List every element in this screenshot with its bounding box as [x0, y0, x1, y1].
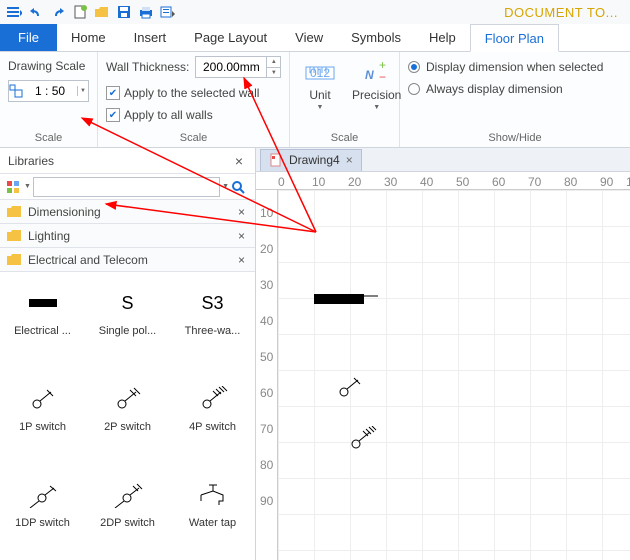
new-icon[interactable]: [70, 2, 90, 22]
quick-access-toolbar: DOCUMENT TO...: [0, 0, 630, 24]
checkbox-icon: ✔: [106, 86, 120, 100]
redo-icon[interactable]: [48, 2, 68, 22]
close-icon[interactable]: ×: [234, 205, 249, 219]
canvas-shape-switch-4p[interactable]: [348, 426, 378, 452]
category-electrical[interactable]: Electrical and Telecom ×: [0, 248, 255, 272]
shape-single-pole[interactable]: SSingle pol...: [85, 272, 170, 352]
radio-icon: [408, 61, 420, 73]
search-icon[interactable]: [231, 180, 251, 194]
tab-home[interactable]: Home: [57, 24, 120, 51]
apply-all-walls[interactable]: ✔ Apply to all walls: [106, 104, 281, 126]
shapes-grid: Electrical ... SSingle pol... S3Three-wa…: [0, 272, 255, 560]
category-dimensioning[interactable]: Dimensioning ×: [0, 200, 255, 224]
canvas[interactable]: 10 20 30 40 50 60 70 80 90: [256, 190, 630, 560]
chevron-down-icon: ▼: [373, 104, 380, 111]
shape-2dp-switch[interactable]: 2DP switch: [85, 464, 170, 544]
scale-prefix-icon: [9, 84, 23, 98]
libraries-panel: Libraries × ▼ ▼ Dimensioning × Lighting …: [0, 148, 256, 560]
tab-insert[interactable]: Insert: [120, 24, 181, 51]
print-icon[interactable]: [136, 2, 156, 22]
group-scale-label-3: Scale: [298, 129, 391, 147]
menu-tabs: File Home Insert Page Layout View Symbol…: [0, 24, 630, 52]
close-icon[interactable]: ×: [346, 153, 353, 167]
unit-button[interactable]: 012 Unit ▼: [298, 56, 342, 113]
shape-1dp-switch[interactable]: 1DP switch: [0, 464, 85, 544]
category-lighting[interactable]: Lighting ×: [0, 224, 255, 248]
close-icon[interactable]: ×: [234, 253, 249, 267]
shape-4p-switch[interactable]: 4P switch: [170, 368, 255, 448]
chevron-down-icon[interactable]: ▼: [222, 183, 229, 190]
apply-selected-wall[interactable]: ✔ Apply to the selected wall: [106, 82, 281, 104]
options-icon[interactable]: [158, 2, 178, 22]
save-icon[interactable]: [114, 2, 134, 22]
precision-button[interactable]: N+− Precision ▼: [346, 56, 407, 113]
scale-value[interactable]: [23, 84, 77, 98]
folder-icon: [6, 229, 22, 243]
document-tab[interactable]: Drawing4 ×: [260, 149, 362, 171]
libraries-title: Libraries: [8, 154, 54, 168]
document-title: DOCUMENT TO...: [504, 5, 618, 20]
open-icon[interactable]: [92, 2, 112, 22]
tab-help[interactable]: Help: [415, 24, 470, 51]
canvas-grid: [278, 190, 630, 560]
group-scale-label: Scale: [8, 129, 89, 147]
tab-file[interactable]: File: [0, 24, 57, 51]
wall-thickness-input[interactable]: ▲▼: [195, 56, 281, 78]
undo-icon[interactable]: [26, 2, 46, 22]
close-icon[interactable]: ×: [234, 229, 249, 243]
svg-text:−: −: [379, 70, 386, 83]
shape-three-way[interactable]: S3Three-wa...: [170, 272, 255, 352]
thickness-spinner[interactable]: ▲▼: [266, 57, 280, 77]
close-icon[interactable]: ×: [231, 153, 247, 169]
chevron-down-icon: ▼: [317, 104, 324, 111]
wall-thickness-label: Wall Thickness:: [106, 57, 189, 77]
always-display[interactable]: Always display dimension: [408, 78, 622, 100]
display-when-selected[interactable]: Display dimension when selected: [408, 56, 622, 78]
library-view-icon[interactable]: [4, 178, 22, 196]
tab-floor-plan[interactable]: Floor Plan: [470, 24, 559, 52]
tab-page-layout[interactable]: Page Layout: [180, 24, 281, 51]
checkbox-icon: ✔: [106, 108, 120, 122]
thickness-value[interactable]: [196, 60, 266, 74]
ruler-vertical: 10 20 30 40 50 60 70 80 90: [256, 190, 278, 560]
canvas-area: Drawing4 × 0 10 20 30 40 50 60 70 80 90 …: [256, 148, 630, 560]
folder-icon: [6, 253, 22, 267]
svg-text:N: N: [365, 68, 374, 82]
drawing-scale-label: Drawing Scale: [8, 56, 89, 76]
shape-1p-switch[interactable]: 1P switch: [0, 368, 85, 448]
canvas-shape-wall[interactable]: [314, 292, 378, 306]
scale-dropdown[interactable]: ▼: [77, 86, 88, 96]
app-menu-icon[interactable]: [4, 2, 24, 22]
drawing-scale-input[interactable]: ▼: [8, 80, 89, 102]
ruler-horizontal: 0 10 20 30 40 50 60 70 80 90 10: [256, 172, 630, 190]
ribbon: Drawing Scale ▼ Scale Wall Thickness: ▲▼…: [0, 52, 630, 148]
svg-text:012: 012: [310, 66, 330, 80]
tab-symbols[interactable]: Symbols: [337, 24, 415, 51]
shape-electrical[interactable]: Electrical ...: [0, 272, 85, 352]
precision-icon: N+−: [361, 58, 393, 86]
tab-view[interactable]: View: [281, 24, 337, 51]
chevron-down-icon[interactable]: ▼: [24, 183, 31, 190]
folder-icon: [6, 205, 22, 219]
library-search[interactable]: [33, 177, 220, 197]
shape-2p-switch[interactable]: 2P switch: [85, 368, 170, 448]
canvas-shape-switch[interactable]: [336, 376, 364, 400]
group-scale-label-2: Scale: [106, 129, 281, 147]
ruler-icon: 012: [304, 58, 336, 86]
radio-icon: [408, 83, 420, 95]
group-showhide-label: Show/Hide: [408, 129, 622, 147]
shape-water-tap[interactable]: Water tap: [170, 464, 255, 544]
doc-icon: [269, 153, 283, 167]
